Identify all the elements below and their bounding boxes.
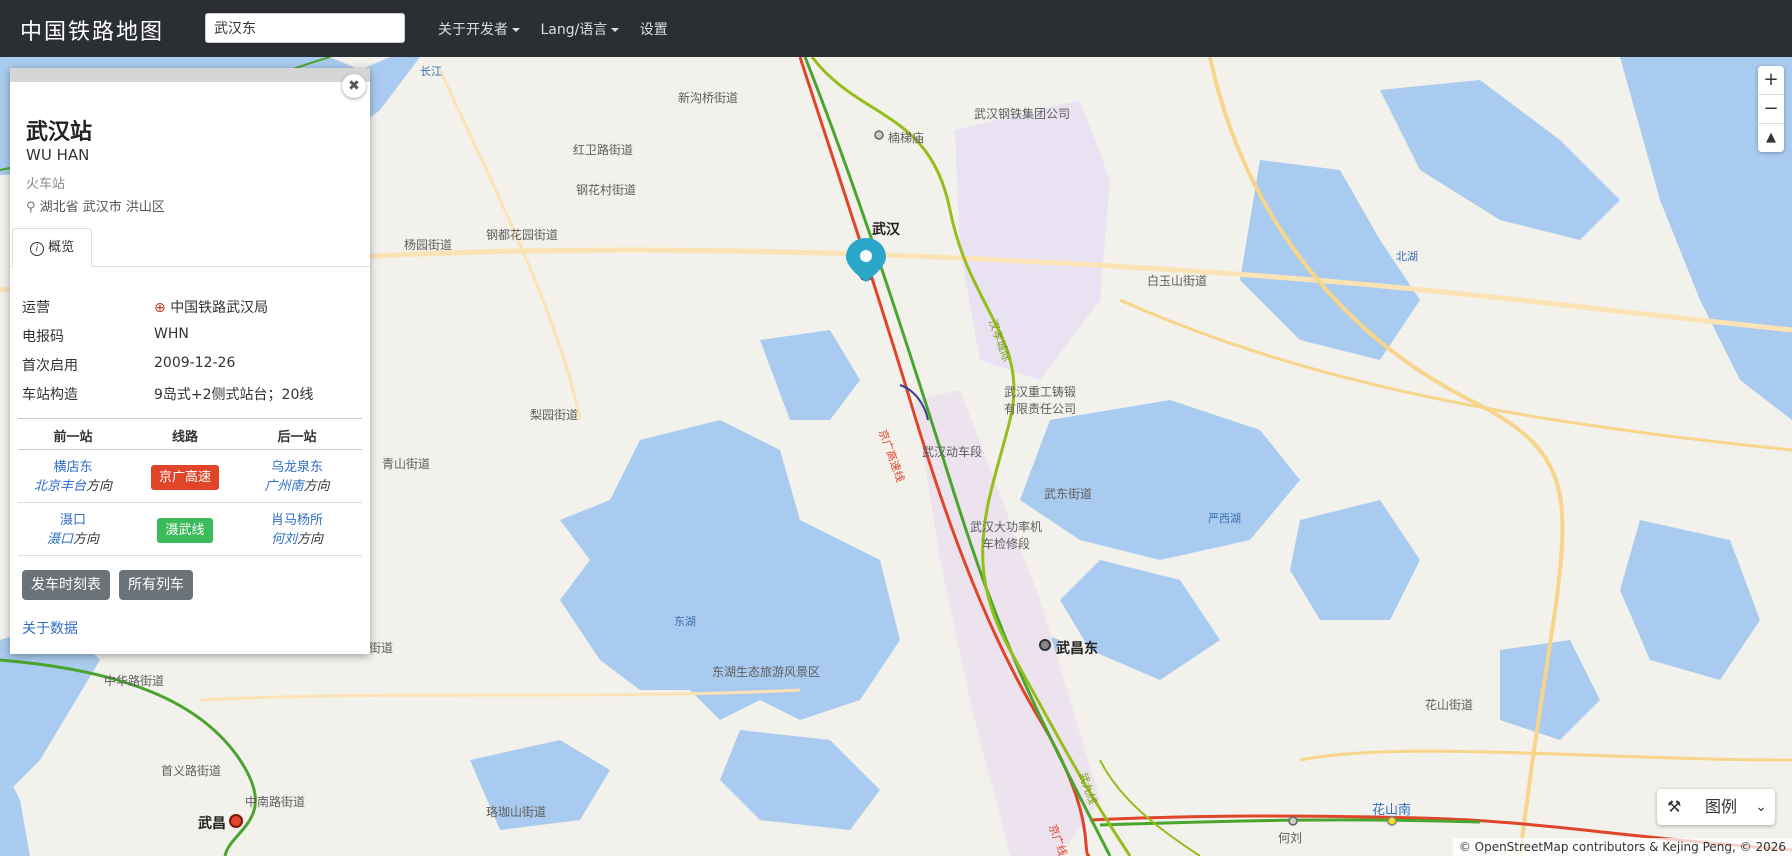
station-location-text: 湖北省 武汉市 洪山区 <box>39 200 165 215</box>
direction-suffix: 方向 <box>73 532 100 547</box>
prev-station-link[interactable]: 滠口 <box>18 511 128 530</box>
header-prev: 前一站 <box>53 430 93 445</box>
map-label: 中南路街道 <box>245 795 306 809</box>
legend-button[interactable]: ⚒ 图例 ⌄ <box>1657 789 1775 825</box>
info-value-operator: ⊕ 中国铁路武汉局 <box>154 297 268 317</box>
station-info-panel: ✖ 武汉站 WU HAN 火车站 ⚲ 湖北省 武汉市 洪山区 i 概览 运营 ⊕… <box>10 68 370 654</box>
close-icon[interactable]: ✖ <box>342 74 366 98</box>
station-label-wuchang[interactable]: 武昌 <box>198 813 226 833</box>
legend-label: 图例 <box>1705 797 1738 816</box>
water-label: 北湖 <box>1396 250 1418 263</box>
direction-suffix: 方向 <box>297 532 324 547</box>
info-label: 车站构造 <box>22 387 78 403</box>
chevron-down-icon: ⌄ <box>1755 799 1767 815</box>
map-label: 青山街道 <box>382 457 431 471</box>
hammer-icon: ⚒ <box>1667 797 1682 816</box>
map-label: 钢花村街道 <box>576 183 637 197</box>
info-label: 首次启用 <box>22 358 78 374</box>
panel-tabs: i 概览 <box>10 228 370 267</box>
zoom-in-button[interactable]: + <box>1758 66 1784 95</box>
map-label: 武汉动车段 <box>922 445 983 459</box>
line-badge[interactable]: 滠武线 <box>157 518 213 543</box>
water-label: 严西湖 <box>1208 512 1241 525</box>
map-label: 武汉重工铸锻有限责任公司 <box>1004 385 1077 416</box>
map-label: 新沟桥街道 <box>678 91 739 105</box>
nav-language[interactable]: Lang/语言 <box>540 22 619 38</box>
map-attribution[interactable]: © OpenStreetMap contributors & Kejing Pe… <box>1452 838 1792 856</box>
station-label-heliu[interactable]: 何刘 <box>1278 829 1302 846</box>
map-label: 花山街道 <box>1425 698 1474 712</box>
search-input[interactable] <box>205 13 405 43</box>
tab-overview-label: 概览 <box>48 240 75 255</box>
next-direction-link[interactable]: 何刘 <box>271 532 297 547</box>
table-header: 前一站 线路 后一站 <box>18 418 362 450</box>
info-label: 运营 <box>22 300 50 316</box>
all-trains-button[interactable]: 所有列车 <box>119 570 193 600</box>
prev-station-link[interactable]: 横店东 <box>18 458 128 477</box>
about-data-link[interactable]: 关于数据 <box>22 618 78 638</box>
railway-logo-icon: ⊕ <box>154 300 166 316</box>
line-badge[interactable]: 京广高速 <box>150 465 219 490</box>
panel-drag-handle[interactable] <box>10 68 370 82</box>
water-label: 长江 <box>420 65 442 78</box>
station-marker-wuchangdong <box>1039 639 1051 651</box>
station-marker-wuchang <box>229 814 243 828</box>
station-label-huashannan[interactable]: 花山南 <box>1372 799 1411 818</box>
reset-north-button[interactable]: ▲ <box>1758 124 1784 152</box>
zoom-control: + − ▲ <box>1758 66 1784 152</box>
prev-direction-link[interactable]: 滠口 <box>47 532 73 547</box>
header-next: 后一站 <box>277 430 317 445</box>
zoom-out-button[interactable]: − <box>1758 95 1784 124</box>
map-label: 武汉大功率机车检修段 <box>970 520 1043 551</box>
nav-about-developer[interactable]: 关于开发者 <box>438 22 520 38</box>
map-label: 楠梯庙 <box>888 131 925 145</box>
map-label: 珞珈山街道 <box>486 805 547 819</box>
station-label-wuhan[interactable]: 武汉 <box>872 219 900 239</box>
direction-suffix: 方向 <box>86 479 113 494</box>
map-label: 钢都花园街道 <box>486 228 559 242</box>
station-name: 武汉站 <box>26 120 93 145</box>
table-row: 滠口 滠口方向 滠武线 肖马杨所 何刘方向 <box>18 503 362 556</box>
map-label: 东湖生态旅游风景区 <box>712 665 821 679</box>
operator-text: 中国铁路武汉局 <box>170 300 269 316</box>
info-label: 电报码 <box>22 329 64 345</box>
info-icon: i <box>29 242 44 256</box>
station-type: 火车站 <box>26 177 66 192</box>
map-label: 红卫路街道 <box>573 143 634 157</box>
station-label-wuchangdong[interactable]: 武昌东 <box>1056 638 1098 658</box>
nav-settings[interactable]: 设置 <box>640 22 668 38</box>
map-label: 白玉山街道 <box>1147 274 1208 288</box>
info-value: 2009-12-26 <box>154 355 236 371</box>
map-label: 杨园街道 <box>404 238 453 252</box>
next-station-link[interactable]: 肖马杨所 <box>242 511 352 530</box>
map-label: 中华路街道 <box>104 674 165 688</box>
nav-links: 关于开发者 Lang/语言 设置 <box>438 19 684 39</box>
map-label: 首义路街道 <box>161 764 222 778</box>
water-label: 东湖 <box>674 615 696 628</box>
station-name-en: WU HAN <box>26 146 90 164</box>
next-direction-link[interactable]: 广州南 <box>264 479 303 494</box>
prev-direction-link[interactable]: 北京丰台 <box>34 479 86 494</box>
header-line: 线路 <box>171 430 198 445</box>
info-value: WHN <box>154 326 189 342</box>
tab-overview[interactable]: i 概览 <box>12 228 92 267</box>
timetable-button[interactable]: 发车时刻表 <box>22 570 110 600</box>
adjacent-stations-table: 前一站 线路 后一站 横店东 北京丰台方向 京广高速 乌龙泉东 广州南方向 滠口… <box>18 418 362 556</box>
map-label: 武东街道 <box>1044 487 1093 501</box>
pin-icon: ⚲ <box>26 200 36 215</box>
map-label: 武汉钢铁集团公司 <box>974 107 1071 121</box>
direction-suffix: 方向 <box>303 479 330 494</box>
next-station-link[interactable]: 乌龙泉东 <box>242 458 352 477</box>
station-location: ⚲ 湖北省 武汉市 洪山区 <box>26 196 165 215</box>
top-navbar: 中国铁路地图 关于开发者 Lang/语言 设置 <box>0 0 1792 57</box>
table-row: 横店东 北京丰台方向 京广高速 乌龙泉东 广州南方向 <box>18 450 362 503</box>
map-label: 梨园街道 <box>530 408 579 422</box>
app-title[interactable]: 中国铁路地图 <box>20 14 164 46</box>
info-value: 9岛式+2侧式站台；20线 <box>154 387 314 403</box>
